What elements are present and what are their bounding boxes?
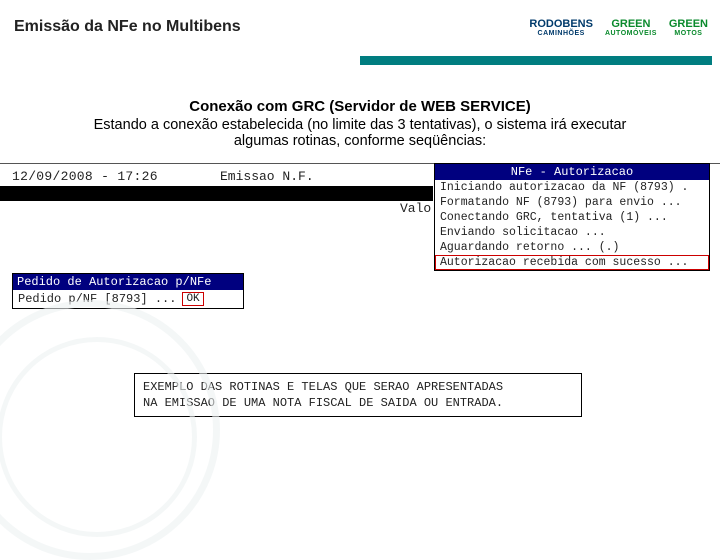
logo-brand: RODOBENS [529,18,593,30]
note-box: EXEMPLO DAS ROTINAS E TELAS QUE SERAO AP… [134,373,582,417]
section-title: Conexão com GRC (Servidor de WEB SERVICE… [70,98,650,115]
popup-header: NFe - Autorizacao [435,164,709,180]
field-label-valo: Valo [400,201,431,216]
ok-button[interactable]: OK [182,292,203,306]
logo-brand: GREEN [669,18,708,30]
logo-brand: GREEN [605,18,657,30]
module-label: Emissao N.F. [220,169,314,184]
page-title: Emissão da NFe no Multibens [14,18,529,36]
pedido-text: Pedido p/NF [8793] ... [18,292,176,306]
log-line: Aguardando retorno ... (.) [435,240,709,255]
logo-rodobens: RODOBENS CAMINHÕES [529,18,593,38]
logo-sub: AUTOMÓVEIS [605,30,657,38]
popup-pedido: Pedido de Autorizacao p/NFe Pedido p/NF … [12,273,244,309]
logo-green-motos: GREEN MOTOS [669,18,708,38]
terminal-screenshot: 12/09/2008 - 17:26 Emissao N.F. Valo NFe… [0,163,720,443]
log-line: Iniciando autorizacao da NF (8793) . [435,180,709,195]
header-divider [360,56,712,65]
log-line: Enviando solicitacao ... [435,225,709,240]
note-line: EXEMPLO DAS ROTINAS E TELAS QUE SERAO AP… [143,379,573,395]
logo-sub: CAMINHÕES [529,30,593,38]
popup-authorization: NFe - Autorizacao Iniciando autorizacao … [434,163,710,271]
popup-header: Pedido de Autorizacao p/NFe [13,274,243,290]
note-line: NA EMISSAO DE UMA NOTA FISCAL DE SAIDA O… [143,395,573,411]
log-line-highlight: Autorizacao recebida com sucesso ... [435,255,709,270]
timestamp-label: 12/09/2008 - 17:26 [12,169,158,184]
brand-logos: RODOBENS CAMINHÕES GREEN AUTOMÓVEIS GREE… [529,18,720,38]
title-bar [0,186,433,201]
log-line: Formatando NF (8793) para envio ... [435,195,709,210]
logo-green-auto: GREEN AUTOMÓVEIS [605,18,657,38]
log-line: Conectando GRC, tentativa (1) ... [435,210,709,225]
section-body: Estando a conexão estabelecida (no limit… [70,117,650,149]
logo-sub: MOTOS [669,30,708,38]
